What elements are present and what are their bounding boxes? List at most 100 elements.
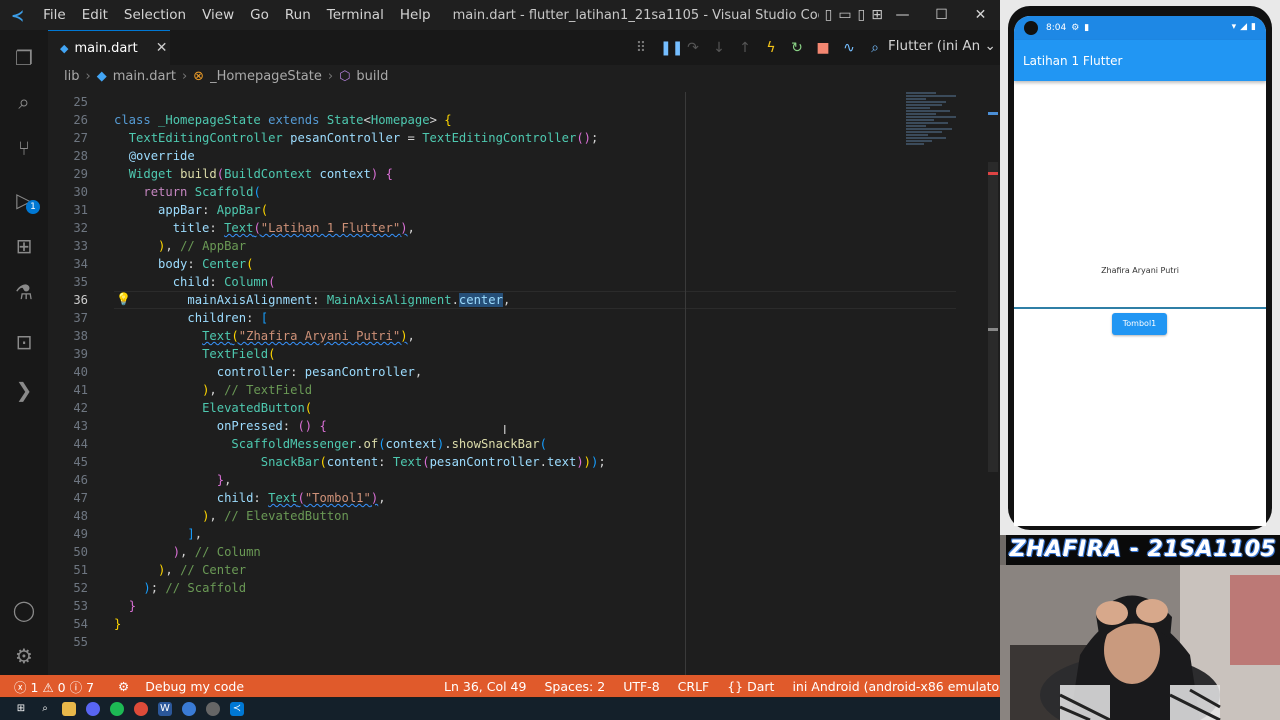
line-code[interactable]: ), // Center [114, 561, 246, 579]
line-code[interactable]: controller: pesanController, [114, 363, 422, 381]
layout-controls: ▯ ▭ ▯ ⊞ [825, 7, 883, 23]
line-number: 41 [73, 383, 88, 397]
end-of-line[interactable]: CRLF [678, 679, 710, 694]
line-code[interactable]: TextEditingController pesanController = … [114, 129, 599, 147]
lightbulb-icon[interactable]: 💡 [116, 292, 131, 306]
line-code[interactable]: SnackBar(content: Text(pesanController.t… [114, 453, 606, 471]
breadcrumb-method[interactable]: build [356, 69, 388, 84]
problems-indicator[interactable]: ⓧ 1 ⚠ 0 ⓘ 7 [14, 677, 94, 696]
line-code[interactable]: ); // Scaffold [114, 579, 246, 597]
breadcrumb-class[interactable]: _HomepageState [210, 69, 322, 84]
line-code[interactable]: @override [114, 147, 195, 165]
menu-edit[interactable]: Edit [74, 7, 116, 23]
obs-icon[interactable] [206, 702, 220, 716]
toggle-panel-icon[interactable]: ▭ [838, 7, 851, 23]
account-icon[interactable]: ◯ [0, 590, 48, 630]
vscode-logo-icon[interactable]: ≺ [0, 6, 35, 25]
minimize-icon[interactable]: — [883, 7, 922, 23]
hot-reload-icon[interactable]: ϟ [764, 40, 778, 56]
encoding[interactable]: UTF-8 [623, 679, 659, 694]
device-selector[interactable]: ini Android (android-x86 emulator) [792, 679, 1009, 694]
cursor-position[interactable]: Ln 36, Col 49 [444, 679, 526, 694]
line-code[interactable]: ], [114, 525, 202, 543]
debug-config-label[interactable]: Debug my code [145, 679, 244, 694]
menu-run[interactable]: Run [277, 7, 319, 23]
line-code[interactable]: appBar: AppBar( [114, 201, 268, 219]
pause-icon[interactable]: ❚❚ [660, 40, 683, 56]
line-code[interactable]: return Scaffold( [114, 183, 260, 201]
line-code[interactable]: class _HomepageState extends State<Homep… [114, 111, 452, 129]
devtools-icon[interactable]: ∿ [842, 40, 856, 56]
vertical-scrollbar[interactable] [986, 92, 1000, 675]
indentation[interactable]: Spaces: 2 [544, 679, 605, 694]
testing-icon[interactable]: ⚗ [0, 272, 48, 312]
step-into-icon[interactable]: ↓ [712, 40, 726, 56]
explorer-icon[interactable]: ❐ [0, 38, 48, 78]
flutter-icon[interactable]: ❯ [0, 370, 48, 410]
chrome-icon[interactable] [134, 702, 148, 716]
restart-icon[interactable]: ↻ [790, 40, 804, 56]
line-code[interactable]: Widget build(BuildContext context) { [114, 165, 393, 183]
line-code[interactable]: Text("Zhafira Aryani Putri"), [114, 327, 415, 345]
customize-layout-icon[interactable]: ⊞ [871, 7, 883, 23]
discord-icon[interactable] [86, 702, 100, 716]
line-code[interactable]: ), // TextField [114, 381, 312, 399]
line-code[interactable]: } [114, 597, 136, 615]
close-tab-icon[interactable]: ✕ [156, 40, 168, 56]
stop-icon[interactable]: ■ [816, 40, 830, 56]
close-window-icon[interactable]: ✕ [961, 7, 1000, 23]
line-code[interactable]: mainAxisAlignment: MainAxisAlignment.cen… [114, 291, 510, 309]
line-code[interactable]: children: [ [114, 309, 268, 327]
run-debug-icon[interactable]: ▷ 1 [0, 180, 48, 220]
language-mode[interactable]: {} Dart [727, 679, 774, 694]
line-code[interactable]: onPressed: () { [114, 417, 327, 435]
menu-file[interactable]: File [35, 7, 74, 23]
menu-view[interactable]: View [194, 7, 242, 23]
line-code[interactable]: title: Text("Latihan 1 Flutter"), [114, 219, 415, 237]
debug-session-select[interactable]: Flutter (ini An ⌄ [888, 38, 996, 54]
step-over-icon[interactable]: ↷ [686, 40, 700, 56]
toggle-primary-sidebar-icon[interactable]: ▯ [825, 7, 833, 23]
menu-terminal[interactable]: Terminal [319, 7, 392, 23]
line-code[interactable]: } [114, 615, 121, 633]
menu-go[interactable]: Go [242, 7, 277, 23]
step-out-icon[interactable]: ↑ [738, 40, 752, 56]
minimap[interactable] [906, 92, 986, 162]
line-code[interactable]: ScaffoldMessenger.of(context).showSnackB… [114, 435, 547, 453]
code-editor[interactable]: 25 26 class _HomepageState extends State<H… [48, 92, 1000, 675]
tombol1-button[interactable]: Tombol1 [1112, 313, 1167, 335]
line-code[interactable]: }, [114, 471, 232, 489]
extensions-icon[interactable]: ⊞ [0, 226, 48, 266]
dart-file-icon: ◆ [60, 41, 69, 55]
scrollbar-thumb[interactable] [988, 162, 998, 472]
manage-gear-icon[interactable]: ⚙ [0, 636, 48, 676]
toggle-secondary-sidebar-icon[interactable]: ▯ [858, 7, 866, 23]
source-control-icon[interactable]: ⑂ [0, 128, 48, 168]
remote-explorer-icon[interactable]: ⊡ [0, 322, 48, 362]
menu-help[interactable]: Help [392, 7, 439, 23]
line-code[interactable]: ), // ElevatedButton [114, 507, 349, 525]
line-code[interactable]: ), // Column [114, 543, 261, 561]
spotify-icon[interactable] [110, 702, 124, 716]
text-field[interactable] [1014, 307, 1266, 309]
maximize-icon[interactable]: ☐ [922, 7, 961, 23]
menu-selection[interactable]: Selection [116, 7, 194, 23]
inspect-widget-icon[interactable]: ⌕ [868, 40, 882, 56]
breadcrumb-folder[interactable]: lib [64, 69, 79, 84]
vscode-taskbar-icon[interactable]: ≺ [230, 702, 244, 716]
word-icon[interactable]: W [158, 702, 172, 716]
line-code[interactable]: TextField( [114, 345, 275, 363]
line-code[interactable]: child: Column( [114, 273, 276, 291]
search-icon[interactable]: ⌕ [0, 82, 48, 122]
line-code[interactable]: ), // AppBar [114, 237, 246, 255]
file-explorer-icon[interactable] [62, 702, 76, 716]
start-icon[interactable]: ⊞ [14, 702, 28, 716]
drag-handle-icon[interactable]: ⠿ [634, 40, 648, 56]
tab-main-dart[interactable]: ◆ main.dart ✕ [48, 30, 170, 65]
line-code[interactable]: ElevatedButton( [114, 399, 312, 417]
line-code[interactable]: child: Text("Tombol1"), [114, 489, 386, 507]
app-icon[interactable] [182, 702, 196, 716]
line-code[interactable]: body: Center( [114, 255, 253, 273]
breadcrumb-file[interactable]: main.dart [113, 69, 176, 84]
search-icon[interactable]: ⌕ [38, 702, 52, 716]
